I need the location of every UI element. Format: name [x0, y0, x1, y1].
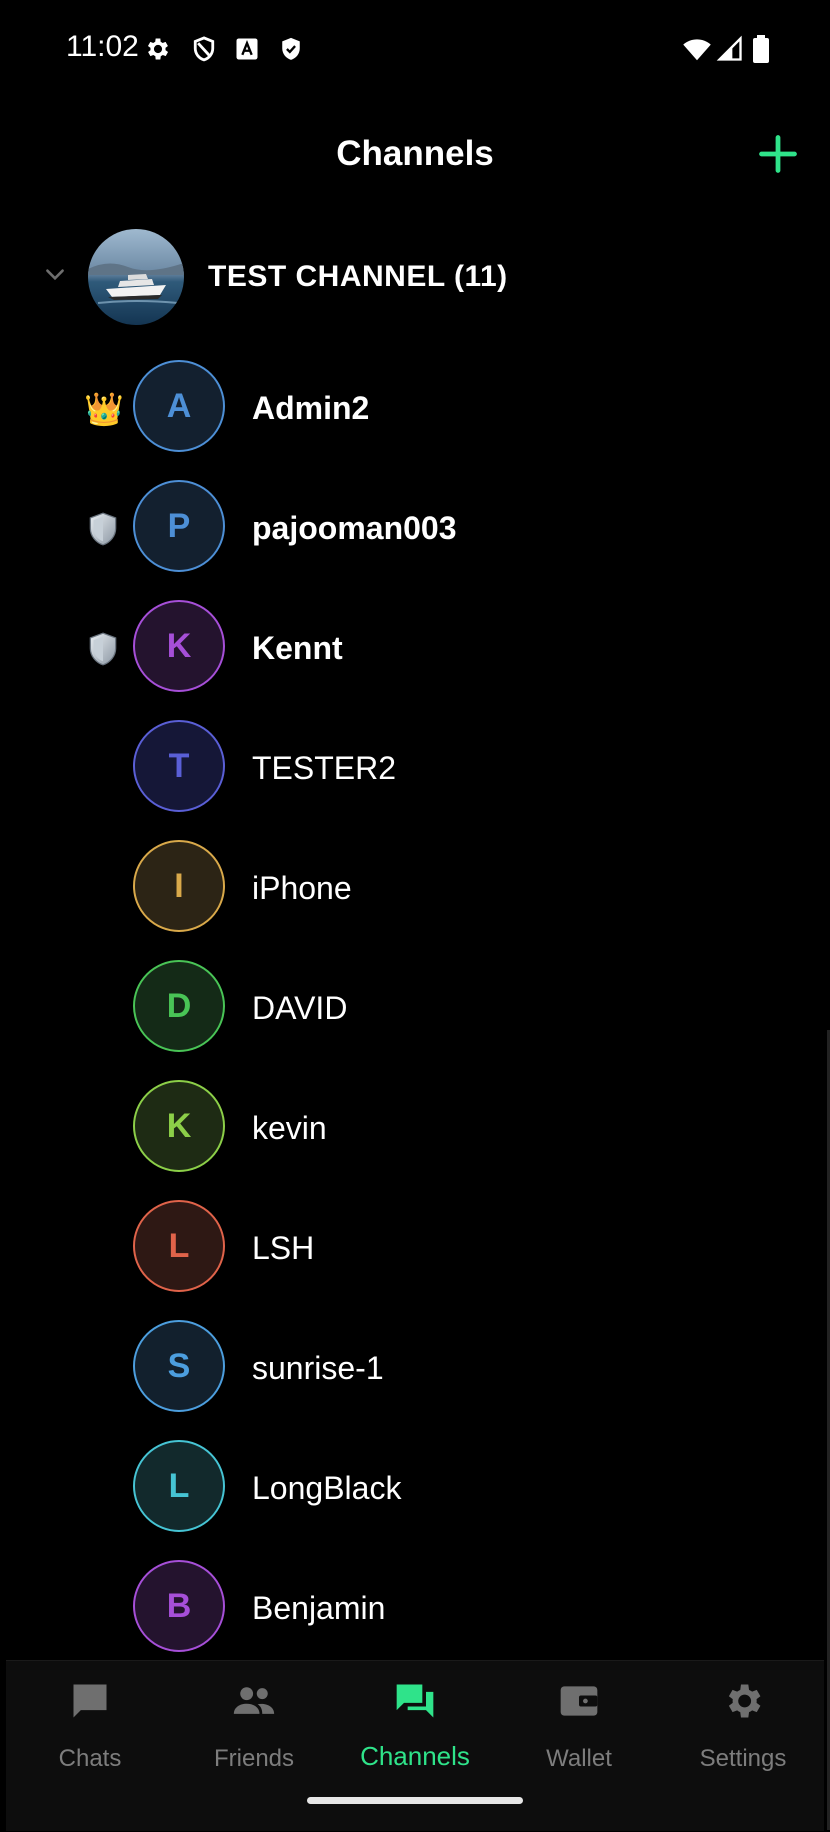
member-avatar: D — [133, 960, 225, 1052]
member-name: sunrise-1 — [252, 1350, 384, 1386]
wifi-icon — [680, 34, 714, 64]
gear-icon — [720, 1679, 766, 1723]
member-row[interactable]: L LSH — [0, 1192, 830, 1302]
member-avatar: T — [133, 720, 225, 812]
member-avatar: K — [133, 1080, 225, 1172]
member-name: Admin2 — [252, 390, 370, 426]
member-name: LongBlack — [252, 1470, 402, 1506]
channels-screen: 11:02 Channels TEST CHANNEL (11) 👑 A Adm… — [0, 0, 830, 1832]
member-avatar: L — [133, 1440, 225, 1532]
member-row[interactable]: Ppajooman003 — [0, 472, 830, 582]
member-name: Benjamin — [252, 1590, 386, 1626]
nav-label-settings: Settings — [699, 1745, 787, 1772]
cellular-signal-icon — [716, 34, 744, 64]
member-row[interactable]: 👑 A Admin2 — [0, 352, 830, 462]
member-avatar: K — [133, 600, 225, 692]
shield-icon — [84, 510, 122, 548]
status-bar: 11:02 — [0, 0, 830, 100]
status-time: 11:02 — [66, 30, 139, 63]
home-indicator[interactable] — [307, 1797, 523, 1804]
member-name: iPhone — [252, 870, 352, 906]
member-name: kevin — [252, 1110, 327, 1146]
member-row[interactable]: Kkevin — [0, 1072, 830, 1182]
font-a-icon — [233, 34, 261, 64]
shield-outline-icon — [190, 34, 218, 64]
page-title: Channels — [336, 134, 494, 173]
member-avatar: L — [133, 1200, 225, 1292]
shield-icon — [84, 630, 122, 668]
chat-bubble-icon — [67, 1679, 113, 1723]
add-channel-button[interactable] — [756, 132, 800, 176]
member-avatar: S — [133, 1320, 225, 1412]
bottom-navigation: Chats Friends Channels Wallet Settings — [6, 1660, 824, 1831]
channel-avatar — [88, 229, 184, 325]
nav-label-chats: Chats — [58, 1745, 122, 1772]
member-row[interactable]: K Kennt — [0, 592, 830, 702]
nav-item-wallet[interactable]: Wallet — [499, 1661, 659, 1791]
member-row[interactable]: Ssunrise-1 — [0, 1312, 830, 1422]
people-icon — [231, 1679, 277, 1723]
gear-icon — [144, 34, 172, 64]
member-row[interactable]: L LongBlack — [0, 1432, 830, 1542]
member-avatar: P — [133, 480, 225, 572]
member-name: DAVID — [252, 990, 348, 1026]
nav-label-channels: Channels — [360, 1741, 470, 1771]
channels-icon — [392, 1679, 438, 1723]
nav-label-wallet: Wallet — [546, 1745, 612, 1772]
nav-item-channels[interactable]: Channels — [335, 1661, 495, 1791]
member-name: TESTER2 — [252, 750, 397, 786]
member-row[interactable]: B Benjamin — [0, 1552, 830, 1662]
channel-group-header[interactable]: TEST CHANNEL (11) — [0, 225, 830, 325]
member-avatar: I — [133, 840, 225, 932]
battery-icon — [748, 34, 774, 64]
nav-label-friends: Friends — [213, 1745, 295, 1772]
plus-icon — [759, 135, 797, 173]
crown-icon: 👑 — [84, 391, 124, 427]
member-avatar: A — [133, 360, 225, 452]
nav-item-friends[interactable]: Friends — [174, 1661, 334, 1791]
nav-item-settings[interactable]: Settings — [663, 1661, 823, 1791]
member-name: Kennt — [252, 630, 343, 666]
channel-name: TEST CHANNEL (11) — [208, 260, 508, 293]
member-row[interactable]: IiPhone — [0, 832, 830, 942]
nav-item-chats[interactable]: Chats — [10, 1661, 170, 1791]
shield-check-icon — [277, 34, 305, 64]
member-name: LSH — [252, 1230, 315, 1266]
header: Channels — [0, 110, 830, 200]
wallet-icon — [556, 1679, 602, 1723]
member-avatar: B — [133, 1560, 225, 1652]
member-row[interactable]: D DAVID — [0, 952, 830, 1062]
member-name: pajooman003 — [252, 510, 457, 546]
chevron-down-icon[interactable] — [42, 265, 68, 285]
member-row[interactable]: T TESTER2 — [0, 712, 830, 822]
